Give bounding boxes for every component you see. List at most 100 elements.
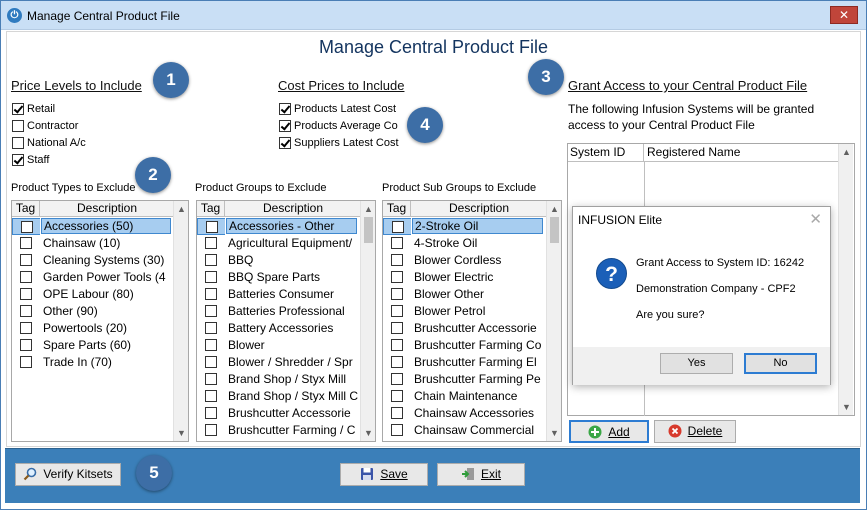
tag-cell[interactable]	[383, 218, 411, 235]
table-row[interactable]: Spare Parts (60)	[12, 337, 173, 354]
scroll-thumb[interactable]	[364, 217, 373, 243]
row-checkbox[interactable]	[205, 373, 217, 385]
tag-cell[interactable]	[12, 354, 40, 371]
verify-kitsets-button[interactable]: Verify Kitsets	[15, 463, 121, 486]
row-checkbox[interactable]	[391, 390, 403, 402]
tag-cell[interactable]	[197, 337, 225, 354]
table-row[interactable]: Brushcutter Farming Co	[383, 337, 546, 354]
row-checkbox[interactable]	[205, 390, 217, 402]
tag-cell[interactable]	[383, 422, 411, 439]
row-checkbox[interactable]	[391, 373, 403, 385]
system-grid-scrollbar[interactable]: ▲ ▼	[838, 144, 853, 415]
col-tag[interactable]: Tag	[383, 201, 411, 217]
table-row[interactable]: Brushcutter Farming / C	[197, 422, 360, 439]
row-checkbox[interactable]	[391, 305, 403, 317]
col-tag[interactable]: Tag	[12, 201, 40, 217]
row-checkbox[interactable]	[391, 322, 403, 334]
checkbox[interactable]	[279, 103, 291, 115]
table-row[interactable]: Brushcutter Farming El	[383, 354, 546, 371]
row-checkbox[interactable]	[205, 254, 217, 266]
scroll-up-icon[interactable]: ▲	[547, 201, 561, 217]
row-checkbox[interactable]	[20, 356, 32, 368]
table-row[interactable]: Brand Shop / Styx Mill	[197, 371, 360, 388]
dialog-yes-button[interactable]: Yes	[660, 353, 733, 374]
grid-scrollbar[interactable]: ▲ ▼	[546, 201, 561, 441]
table-row[interactable]: Garden Power Tools (4	[12, 269, 173, 286]
product-sub-groups-grid[interactable]: Tag Description 2-Stroke Oil 4-Stroke Oil Bl…	[382, 200, 562, 442]
table-row[interactable]: Powertools (20)	[12, 320, 173, 337]
row-checkbox[interactable]	[206, 221, 218, 233]
row-checkbox[interactable]	[392, 221, 404, 233]
row-checkbox[interactable]	[20, 288, 32, 300]
scroll-down-icon[interactable]: ▼	[839, 399, 854, 415]
row-checkbox[interactable]	[391, 424, 403, 436]
scroll-up-icon[interactable]: ▲	[361, 201, 375, 217]
delete-button[interactable]: Delete	[654, 420, 736, 443]
tag-cell[interactable]	[12, 286, 40, 303]
tag-cell[interactable]	[383, 235, 411, 252]
tag-cell[interactable]	[197, 235, 225, 252]
col-description[interactable]: Description	[41, 201, 173, 217]
tag-cell[interactable]	[12, 235, 40, 252]
tag-cell[interactable]	[383, 286, 411, 303]
table-row[interactable]: Battery Accessories	[197, 320, 360, 337]
row-checkbox[interactable]	[391, 254, 403, 266]
tag-cell[interactable]	[383, 252, 411, 269]
row-checkbox[interactable]	[391, 288, 403, 300]
table-row[interactable]: Batteries Consumer	[197, 286, 360, 303]
grid-scrollbar[interactable]: ▲ ▼	[360, 201, 375, 441]
col-description[interactable]: Description	[412, 201, 546, 217]
product-types-grid[interactable]: Tag Description Accessories (50) Chainsaw (…	[11, 200, 189, 442]
row-checkbox[interactable]	[205, 322, 217, 334]
table-row[interactable]: Blower Electric	[383, 269, 546, 286]
table-row[interactable]: Cleaning Systems (30)	[12, 252, 173, 269]
tag-cell[interactable]	[197, 269, 225, 286]
table-row[interactable]: Brushcutter Accessorie	[197, 405, 360, 422]
cost-price-option[interactable]: Products Latest Cost	[279, 103, 396, 117]
table-row[interactable]: Other (90)	[12, 303, 173, 320]
row-checkbox[interactable]	[20, 322, 32, 334]
scroll-down-icon[interactable]: ▼	[361, 425, 375, 441]
window-close-button[interactable]: ✕	[830, 6, 858, 24]
table-row[interactable]: Brushcutter Farming Pe	[383, 371, 546, 388]
row-checkbox[interactable]	[205, 271, 217, 283]
tag-cell[interactable]	[383, 303, 411, 320]
table-row[interactable]: Trade In (70)	[12, 354, 173, 371]
table-row[interactable]: Blower	[197, 337, 360, 354]
checkbox[interactable]	[279, 137, 291, 149]
product-groups-grid[interactable]: Tag Description Accessories - Other Agricul…	[196, 200, 376, 442]
tag-cell[interactable]	[383, 371, 411, 388]
checkbox[interactable]	[12, 103, 24, 115]
table-row[interactable]: Accessories - Other	[197, 218, 360, 235]
table-row[interactable]: Brushcutter Accessorie	[383, 320, 546, 337]
tag-cell[interactable]	[197, 422, 225, 439]
row-checkbox[interactable]	[391, 271, 403, 283]
scroll-down-icon[interactable]: ▼	[174, 425, 188, 441]
row-checkbox[interactable]	[205, 407, 217, 419]
row-checkbox[interactable]	[205, 356, 217, 368]
table-row[interactable]: 2-Stroke Oil	[383, 218, 546, 235]
row-checkbox[interactable]	[391, 407, 403, 419]
tag-cell[interactable]	[383, 354, 411, 371]
tag-cell[interactable]	[12, 337, 40, 354]
tag-cell[interactable]	[197, 388, 225, 405]
tag-cell[interactable]	[12, 252, 40, 269]
tag-cell[interactable]	[383, 388, 411, 405]
checkbox[interactable]	[12, 154, 24, 166]
table-row[interactable]: OPE Labour (80)	[12, 286, 173, 303]
tag-cell[interactable]	[383, 337, 411, 354]
table-row[interactable]: Brand Shop / Styx Mill C	[197, 388, 360, 405]
tag-cell[interactable]	[12, 303, 40, 320]
row-checkbox[interactable]	[205, 305, 217, 317]
table-row[interactable]: Blower Petrol	[383, 303, 546, 320]
tag-cell[interactable]	[197, 303, 225, 320]
dialog-close-icon[interactable]: ✕	[809, 210, 822, 228]
col-tag[interactable]: Tag	[197, 201, 225, 217]
row-checkbox[interactable]	[20, 339, 32, 351]
grid-scrollbar[interactable]: ▲ ▼	[173, 201, 188, 441]
tag-cell[interactable]	[12, 218, 40, 235]
table-row[interactable]: Batteries Professional	[197, 303, 360, 320]
col-system-id[interactable]: System ID	[568, 144, 644, 162]
tag-cell[interactable]	[197, 320, 225, 337]
scroll-up-icon[interactable]: ▲	[839, 144, 854, 160]
